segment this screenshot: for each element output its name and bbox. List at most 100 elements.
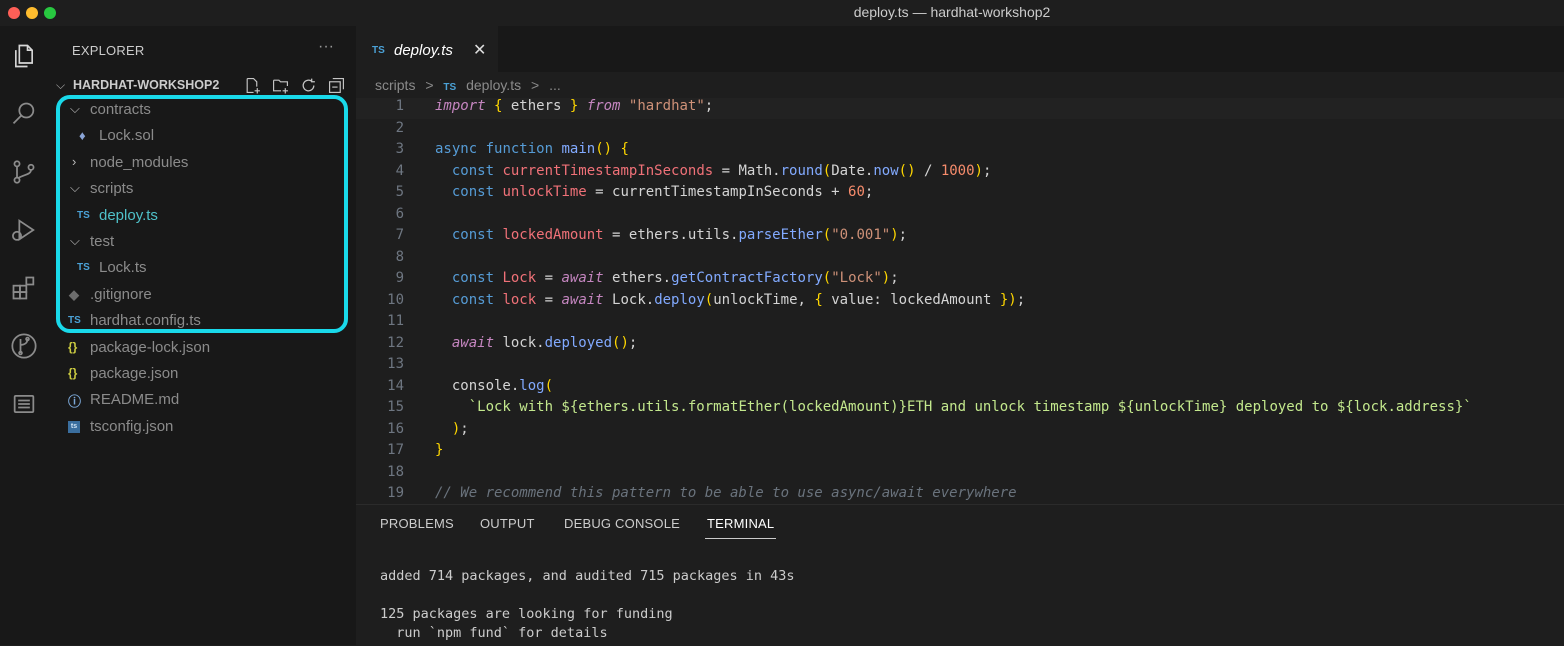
code-line[interactable]: 3 async function main() {: [356, 141, 1564, 162]
source-control-icon[interactable]: [6, 154, 42, 190]
code-text[interactable]: );: [435, 421, 469, 437]
code-text[interactable]: console.log(: [435, 378, 553, 394]
line-number: 8: [395, 248, 404, 265]
code-line[interactable]: 18: [356, 464, 1564, 485]
tab-output[interactable]: OUTPUT: [480, 516, 535, 531]
code-text[interactable]: }: [435, 442, 443, 458]
run-debug-icon[interactable]: [6, 212, 42, 248]
line-number: 3: [395, 141, 404, 157]
code-line[interactable]: 6: [356, 206, 1564, 227]
files-icon[interactable]: [6, 38, 42, 74]
code-text[interactable]: import { ethers } from "hardhat";: [435, 98, 713, 114]
breadcrumb-separator: >: [425, 77, 434, 93]
json-icon: {}: [68, 340, 78, 354]
tab-debug-console[interactable]: DEBUG CONSOLE: [564, 516, 680, 531]
code-line[interactable]: 5 const unlockTime = currentTimestampInS…: [356, 184, 1564, 205]
activity-bar: [0, 26, 48, 645]
line-number: 11: [387, 313, 404, 329]
code-line[interactable]: 13: [356, 356, 1564, 377]
code-text[interactable]: const lockedAmount = ethers.utils.parseE…: [435, 227, 907, 243]
tree-label: README.md: [90, 391, 180, 408]
code-text[interactable]: `Lock with ${ethers.utils.formatEther(lo…: [435, 399, 1472, 415]
active-tab-indicator: [705, 538, 776, 539]
close-icon[interactable]: ✕: [473, 40, 486, 60]
project-name: HARDHAT-WORKSHOP2: [73, 78, 220, 92]
breadcrumb-scripts[interactable]: scripts: [375, 77, 415, 93]
code-line[interactable]: 2: [356, 120, 1564, 141]
line-number: 14: [387, 377, 404, 394]
code-text[interactable]: await lock.deployed();: [435, 335, 637, 351]
line-number: 2: [395, 119, 404, 136]
tsconfig-icon: ts: [68, 421, 80, 433]
line-number: 1: [395, 98, 404, 114]
terminal-line: 125 packages are looking for funding: [380, 606, 673, 622]
breadcrumb-file[interactable]: deploy.ts: [466, 77, 521, 93]
code-editor[interactable]: 1 import { ethers } from "hardhat"; 2 3 asyn…: [356, 98, 1564, 504]
code-line[interactable]: 8: [356, 249, 1564, 270]
code-line[interactable]: 10 const lock = await Lock.deploy(unlock…: [356, 292, 1564, 313]
code-text[interactable]: const lock = await Lock.deploy(unlockTim…: [435, 292, 1025, 308]
code-line[interactable]: 12 await lock.deployed();: [356, 335, 1564, 356]
line-number: 16: [387, 420, 404, 437]
code-line[interactable]: 14 console.log(: [356, 378, 1564, 399]
terminal-line: run `npm fund` for details: [380, 625, 608, 641]
json-icon: {}: [68, 366, 78, 380]
line-number: 6: [395, 205, 404, 222]
line-number: 5: [395, 184, 404, 200]
tree-file-tsconfig[interactable]: ts tsconfig.json: [48, 415, 348, 441]
line-number: 19: [387, 485, 404, 501]
line-number: 17: [387, 442, 404, 458]
code-text[interactable]: const Lock = await ethers.getContractFac…: [435, 270, 899, 286]
code-line[interactable]: 17}: [356, 442, 1564, 463]
tree-file-package-json[interactable]: {} package.json: [48, 362, 348, 388]
line-number: 15: [387, 399, 404, 415]
line-number: 4: [395, 162, 404, 179]
code-line[interactable]: 1 import { ethers } from "hardhat";: [356, 98, 1564, 119]
tree-file-package-lock[interactable]: {} package-lock.json: [48, 336, 348, 362]
info-icon: ⓘ: [68, 394, 82, 409]
code-line[interactable]: 9 const Lock = await ethers.getContractF…: [356, 270, 1564, 291]
breadcrumb-symbol[interactable]: ...: [549, 77, 561, 93]
window-title: deploy.ts — hardhat-workshop2: [853, 4, 1051, 20]
tree-file-readme[interactable]: ⓘ README.md: [48, 388, 348, 414]
code-text[interactable]: const unlockTime = currentTimestampInSec…: [435, 184, 873, 200]
chevron-down-icon: ⌵: [56, 78, 66, 92]
typescript-icon: TS: [443, 82, 457, 93]
git-graph-icon[interactable]: [6, 328, 42, 364]
search-icon[interactable]: [6, 96, 42, 132]
line-number: 10: [387, 291, 404, 308]
code-line[interactable]: 15 `Lock with ${ethers.utils.formatEther…: [356, 399, 1564, 420]
new-file-icon[interactable]: [242, 75, 262, 95]
code-line[interactable]: 7 const lockedAmount = ethers.utils.pars…: [356, 227, 1564, 248]
line-number: 12: [387, 334, 404, 351]
breadcrumb-separator: >: [530, 77, 540, 93]
collapse-all-icon[interactable]: [326, 75, 346, 95]
code-line[interactable]: 4 const currentTimestampInSeconds = Math…: [356, 163, 1564, 184]
explorer-title: EXPLORER: [72, 43, 145, 58]
refresh-icon[interactable]: [298, 75, 318, 95]
extensions-icon[interactable]: [6, 270, 42, 306]
breadcrumb: scripts > TS deploy.ts > ...: [375, 77, 567, 93]
code-line[interactable]: 16 );: [356, 421, 1564, 442]
title-bar: deploy.ts — hardhat-workshop2: [0, 0, 1564, 26]
tab-label: deploy.ts: [394, 42, 453, 59]
tab-terminal[interactable]: TERMINAL: [707, 516, 774, 531]
new-folder-icon[interactable]: [270, 75, 290, 95]
code-text[interactable]: const currentTimestampInSeconds = Math.r…: [435, 163, 992, 179]
tree-label: package-lock.json: [90, 339, 211, 356]
more-actions-icon[interactable]: ···: [318, 38, 334, 56]
code-line[interactable]: 11: [356, 313, 1564, 334]
line-number: 9: [395, 270, 404, 286]
tab-problems[interactable]: PROBLEMS: [380, 516, 454, 531]
tab-bar: TS deploy.ts ✕: [356, 26, 1564, 73]
code-text[interactable]: async function main() {: [435, 141, 629, 157]
code-text[interactable]: // We recommend this pattern to be able …: [435, 485, 1017, 501]
project-header[interactable]: ⌵ HARDHAT-WORKSHOP2: [48, 75, 356, 97]
line-number: 7: [395, 227, 404, 243]
typescript-icon: TS: [372, 45, 385, 56]
terminal-line: added 714 packages, and audited 715 pack…: [380, 568, 795, 584]
code-line[interactable]: 19 // We recommend this pattern to be abl…: [356, 485, 1564, 504]
output-icon[interactable]: [6, 386, 42, 422]
tab-deploy-ts[interactable]: TS deploy.ts ✕: [356, 26, 498, 73]
highlight-annotation: [56, 95, 348, 333]
